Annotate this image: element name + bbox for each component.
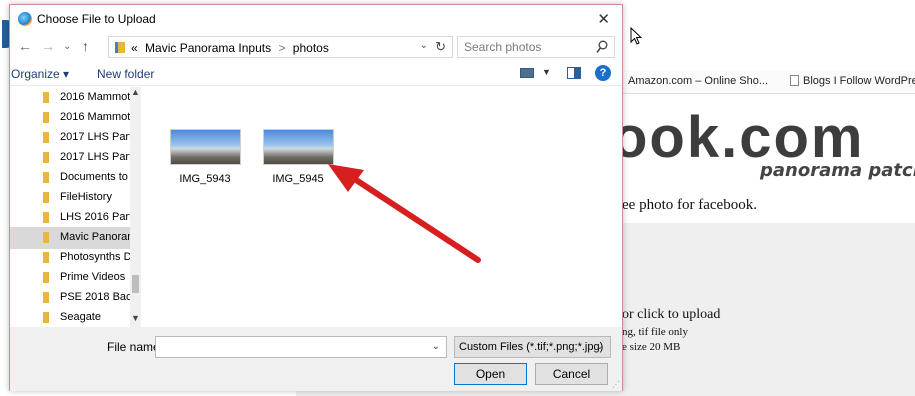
- navigation-bar: ← → ⌄ ↑ « Mavic Panorama Inputs > photos…: [10, 33, 622, 61]
- folder-icon: [43, 252, 49, 263]
- file-upload-dialog: Choose File to Upload ✕ ← → ⌄ ↑ « Mavic …: [9, 4, 623, 391]
- sidebar-item-label: PSE 2018 Backu: [60, 291, 130, 303]
- forward-arrow-icon[interactable]: →: [41, 38, 55, 54]
- folder-icon: [43, 112, 49, 123]
- bookmarks-bar: Amazon.com – Online Sho... Blogs I Follo…: [620, 70, 915, 94]
- site-brand-subtitle: panorama patcher: [760, 160, 915, 181]
- sidebar-item-2016-mammoth[interactable]: 2016 Mammoth: [10, 87, 130, 109]
- sidebar-item-filehistory[interactable]: FileHistory: [10, 187, 130, 209]
- bookmark-blogs[interactable]: Blogs I Follow WordPress: [790, 75, 915, 87]
- red-arrow-annotation: [328, 164, 481, 263]
- sidebar-item-prime-videos[interactable]: Prime Videos: [10, 267, 130, 289]
- address-bar[interactable]: « Mavic Panorama Inputs > photos ⌄ ↻: [108, 36, 453, 58]
- resize-grip-icon[interactable]: ⋰: [612, 380, 620, 389]
- breadcrumb-separator-icon[interactable]: >: [278, 41, 285, 55]
- sidebar-item-label: 2016 Mammoth: [60, 111, 130, 123]
- dialog-footer: File name: ⌄ Custom Files (*.tif;*.png;*…: [10, 327, 622, 391]
- sidebar-item-label: LHS 2016 Party: [60, 211, 130, 223]
- scroll-up-chevron-icon[interactable]: ▲: [131, 87, 140, 97]
- scroll-down-chevron-icon[interactable]: ▼: [131, 313, 140, 323]
- sidebar-item-label: 2016 Mammoth: [60, 91, 130, 103]
- help-icon[interactable]: ?: [595, 65, 611, 81]
- dialog-titlebar[interactable]: Choose File to Upload ✕: [10, 5, 622, 33]
- change-view-icon[interactable]: [520, 68, 534, 78]
- new-folder-button[interactable]: New folder: [97, 67, 154, 81]
- chevron-down-icon: ⌄: [595, 341, 604, 352]
- organize-menu-button[interactable]: Organize ▾: [11, 67, 69, 81]
- file-item-img-5943[interactable]: IMG_5943: [160, 87, 250, 185]
- search-icon[interactable]: [596, 40, 608, 54]
- up-arrow-icon[interactable]: ↑: [82, 38, 89, 54]
- site-description: ee photo for facebook.: [622, 197, 757, 213]
- search-input[interactable]: [462, 39, 587, 55]
- sidebar-item-label: Documents to: [60, 171, 128, 183]
- open-button[interactable]: Open: [454, 363, 527, 385]
- sidebar-item-lhs-2016-party[interactable]: LHS 2016 Party: [10, 207, 130, 229]
- scrollbar-thumb[interactable]: [132, 275, 139, 293]
- refresh-icon[interactable]: ↻: [435, 39, 446, 55]
- folder-icon: [43, 132, 49, 143]
- sidebar-item-documents[interactable]: Documents to: [10, 167, 130, 189]
- sidebar-item-label: Prime Videos: [60, 271, 126, 283]
- browser-app-icon: [18, 12, 32, 26]
- sidebar-item-2017-lhs-party[interactable]: 2017 LHS Party: [10, 127, 130, 149]
- filename-history-chevron-icon[interactable]: ⌄: [432, 341, 440, 352]
- address-dropdown-chevron-icon[interactable]: ⌄: [420, 40, 428, 51]
- folder-icon: [43, 172, 49, 183]
- sidebar-item-mavic-panorama[interactable]: Mavic Panoram: [10, 227, 130, 249]
- folder-icon: [43, 152, 49, 163]
- sidebar-item-label: Seagate: [60, 311, 101, 323]
- navigation-scrollbar[interactable]: ▲ ▼: [130, 87, 141, 327]
- view-options-chevron-icon[interactable]: ▼: [542, 67, 551, 77]
- sidebar-item-label: 2017 LHS Party: [60, 131, 130, 143]
- cancel-button[interactable]: Cancel: [535, 363, 608, 385]
- sidebar-item-seagate[interactable]: Seagate: [10, 307, 130, 327]
- address-path: « Mavic Panorama Inputs > photos: [131, 41, 329, 55]
- sidebar-item-label: Photosynths Dc: [60, 251, 130, 263]
- bookmark-amazon[interactable]: Amazon.com – Online Sho...: [628, 75, 768, 87]
- address-overflow[interactable]: «: [131, 41, 138, 55]
- file-type-select[interactable]: Custom Files (*.tif;*.png;*.jpg) ⌄: [454, 336, 611, 358]
- upload-instruction[interactable]: or click to upload: [622, 307, 720, 323]
- filename-field[interactable]: ⌄: [155, 336, 447, 358]
- folder-icon: [43, 292, 49, 303]
- sidebar-item-2017-lhs-party-2[interactable]: 2017 LHS Party: [10, 147, 130, 169]
- navigation-pane: 2016 Mammoth 2016 Mammoth 2017 LHS Party…: [10, 87, 141, 327]
- folder-icon: [43, 212, 49, 223]
- bookmark-blogs-label: Blogs I Follow WordPress: [803, 75, 915, 87]
- folder-icon: [43, 312, 49, 323]
- folder-icon: [43, 92, 49, 103]
- sidebar-item-label: Mavic Panoram: [60, 231, 130, 243]
- folder-icon: [43, 272, 49, 283]
- preview-pane-icon[interactable]: [567, 67, 581, 79]
- file-type-value: Custom Files (*.tif;*.png;*.jpg): [459, 341, 604, 353]
- breadcrumb-parent[interactable]: Mavic Panorama Inputs: [145, 41, 271, 55]
- folder-icon: [43, 232, 49, 243]
- file-item-img-5945[interactable]: IMG_5945: [253, 87, 343, 185]
- command-toolbar: Organize ▾ New folder ▼ ?: [10, 64, 622, 86]
- sidebar-item-2016-mammoth-2[interactable]: 2016 Mammoth: [10, 107, 130, 129]
- dialog-title: Choose File to Upload: [37, 12, 156, 26]
- upload-size-limit: e size 20 MB: [622, 341, 681, 353]
- folder-icon: [43, 192, 49, 203]
- folder-icon: [115, 42, 125, 53]
- upload-file-types: ng, tif file only: [622, 326, 688, 338]
- sidebar-item-photosynths[interactable]: Photosynths Dc: [10, 247, 130, 269]
- recent-locations-chevron-icon[interactable]: ⌄: [63, 41, 71, 52]
- close-icon[interactable]: ✕: [597, 10, 610, 28]
- search-box[interactable]: [457, 36, 615, 58]
- sidebar-item-pse-2018-backup[interactable]: PSE 2018 Backu: [10, 287, 130, 309]
- back-arrow-icon[interactable]: ←: [18, 38, 32, 54]
- mouse-cursor-icon: [630, 27, 642, 45]
- page-icon: [790, 75, 799, 86]
- file-name: IMG_5943: [179, 173, 231, 185]
- breadcrumb-current[interactable]: photos: [293, 41, 329, 55]
- sidebar-item-label: FileHistory: [60, 191, 112, 203]
- panorama-thumbnail: [170, 129, 241, 165]
- sidebar-item-label: 2017 LHS Party: [60, 151, 130, 163]
